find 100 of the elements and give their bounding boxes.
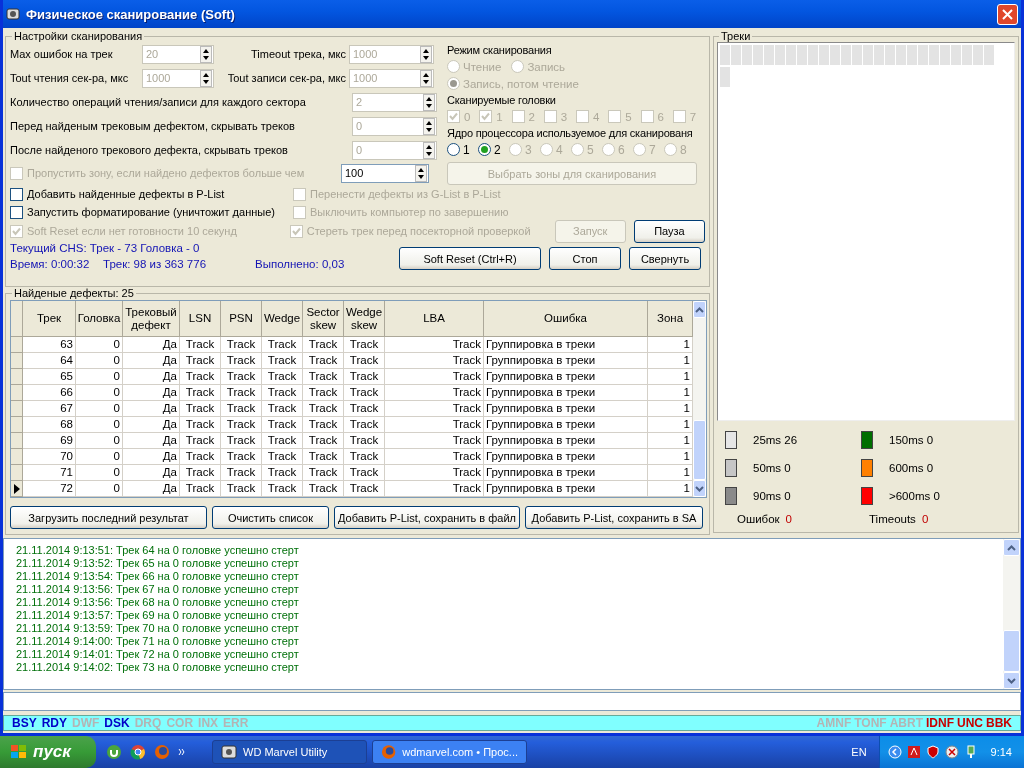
taskbar-button[interactable]: wdmarvel.com • Прос... [372, 740, 527, 764]
table-cell: Track [180, 385, 221, 401]
taskbar-button[interactable]: WD Marvel Utility [212, 740, 367, 764]
flag-label: DSK [104, 716, 130, 730]
table-cell: Track [385, 449, 484, 465]
table-cell: Track [385, 401, 484, 417]
flag-label: COR [166, 716, 194, 730]
column-header[interactable]: LSN [180, 301, 221, 337]
chevron-icon[interactable] [178, 748, 186, 756]
radio-label: 4 [556, 142, 564, 157]
checkbox-label: Пропустить зону, если найдено дефектов больше чем [27, 167, 306, 179]
status-text: Трек: 98 из 363 776 [103, 258, 208, 270]
group-title: Настройки сканирования [13, 30, 144, 42]
radio-label: 7 [649, 142, 657, 157]
minimize-button[interactable]: Свернуть [629, 247, 701, 270]
table-cell: Track [385, 417, 484, 433]
checkbox-label: Перенести дефекты из G-List в P-List [310, 188, 501, 200]
table-cell: Track [344, 353, 385, 369]
browser-icon[interactable] [130, 744, 146, 760]
column-header[interactable]: Головка [76, 301, 123, 337]
table-cell: 72 [23, 481, 76, 497]
table-cell: 0 [76, 401, 123, 417]
radio-label: 2 [494, 142, 502, 157]
checkbox-label: Запустить форматирование (уничтожит данные) [27, 206, 275, 218]
row-header[interactable] [11, 481, 23, 497]
checkbox-label: 3 [560, 110, 569, 123]
checkbox[interactable] [10, 187, 23, 201]
language-indicator[interactable]: EN [851, 746, 867, 758]
app-icon [221, 745, 237, 759]
stop-button[interactable]: Стоп [549, 247, 621, 270]
chevron-icon[interactable] [887, 745, 902, 759]
scroll-down-icon[interactable] [695, 485, 704, 492]
counter-value: 0 [785, 513, 792, 527]
column-header[interactable]: PSN [221, 301, 262, 337]
column-header[interactable]: Wedge [262, 301, 303, 337]
column-header[interactable]: LBA [385, 301, 484, 337]
action-button[interactable]: Очистить список [212, 506, 329, 529]
command-field[interactable] [3, 692, 1021, 711]
table-cell: Track [385, 385, 484, 401]
checkbox[interactable] [10, 205, 23, 219]
radio-label: Чтение [463, 60, 502, 73]
column-header[interactable]: Wedge skew [344, 301, 385, 337]
table-cell: Track [180, 465, 221, 481]
action-button[interactable]: Добавить P-List, сохранить в SA [525, 506, 703, 529]
table-cell: Track [180, 417, 221, 433]
table-cell: Track [262, 481, 303, 497]
legend-label: 25ms 26 [753, 434, 798, 446]
pdf-icon[interactable] [906, 745, 921, 759]
log-line: 21.11.2014 9:13:59: Трек 70 на 0 головке успешно стерт [16, 622, 300, 635]
action-button[interactable]: Добавить P-List, сохранить в файл [334, 506, 520, 529]
network-icon[interactable] [944, 745, 959, 759]
column-header[interactable]: Sector skew [303, 301, 344, 337]
table-cell: Группировка в треки [484, 369, 648, 385]
section-label: Ядро процессора используемое для сканированя [447, 126, 694, 141]
scroll-up-icon[interactable] [1007, 544, 1016, 551]
close-button[interactable] [997, 3, 1018, 25]
soft-reset-button[interactable]: Soft Reset (Ctrl+R) [399, 247, 541, 270]
column-header[interactable]: Трековый дефект [123, 301, 180, 337]
torrent-icon[interactable] [106, 744, 122, 760]
table-cell: 0 [76, 449, 123, 465]
checkbox-label: Стереть трек перед посекторной проверкой [306, 225, 531, 237]
firefox-icon[interactable] [154, 744, 170, 760]
table-cell: Группировка в треки [484, 401, 648, 417]
table-cell: 0 [76, 369, 123, 385]
table-cell: Да [123, 353, 180, 369]
scrollbar[interactable] [693, 301, 706, 497]
status-text: Текущий CHS: Трек - 73 Головка - 0 [10, 242, 201, 254]
checkbox-label: 5 [625, 110, 633, 123]
table-cell: 65 [23, 369, 76, 385]
table-cell: Track [344, 401, 385, 417]
log-line: 21.11.2014 9:14:02: Трек 73 на 0 головке успешно стерт [16, 661, 300, 674]
start-button[interactable]: пуск [0, 736, 96, 768]
field-label: Timeout трека, мкс [250, 48, 347, 60]
log-line: 21.11.2014 9:13:51: Трек 64 на 0 головке успешно стерт [16, 544, 300, 557]
radio-button[interactable] [478, 143, 491, 156]
table-cell: Track [221, 353, 262, 369]
table-cell: Да [123, 433, 180, 449]
table-cell: 0 [76, 417, 123, 433]
action-button[interactable]: Загрузить последний результат [10, 506, 207, 529]
table-cell: Track [221, 433, 262, 449]
field-label: Max ошибок на трек [10, 48, 114, 60]
windows-flag-icon [10, 744, 28, 760]
shield-icon[interactable] [925, 745, 940, 759]
table-cell: Track [344, 465, 385, 481]
table-cell: Track [303, 369, 344, 385]
table-cell: Track [221, 385, 262, 401]
radio-button[interactable] [447, 143, 460, 156]
table-cell: 0 [76, 353, 123, 369]
flag-label: INX [198, 716, 219, 730]
scroll-up-icon[interactable] [695, 306, 704, 313]
table-cell: Track [180, 481, 221, 497]
column-header[interactable]: Ошибка [484, 301, 648, 337]
scrollbar[interactable] [1003, 539, 1020, 689]
scroll-down-icon[interactable] [1007, 677, 1016, 684]
column-header[interactable]: Трек [23, 301, 76, 337]
row-pointer-icon [13, 483, 20, 494]
pause-button[interactable]: Пауза [633, 219, 705, 243]
table-cell: Track [180, 337, 221, 353]
checkbox-label: 7 [689, 110, 698, 123]
table-cell: Да [123, 337, 180, 353]
